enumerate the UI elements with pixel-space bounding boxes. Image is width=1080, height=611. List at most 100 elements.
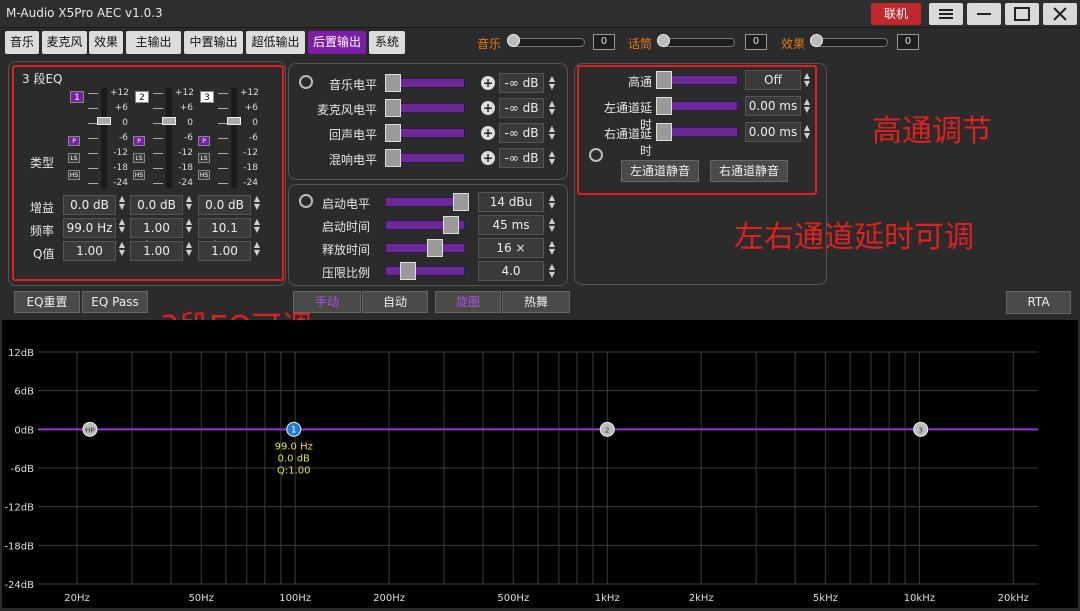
hpf-row-slider-knob[interactable] xyxy=(656,97,672,115)
mix-row-value[interactable]: -∞ dB xyxy=(499,73,544,93)
eq-band-2-type-hs[interactable]: HS xyxy=(133,170,145,180)
limiter-row-stepper[interactable]: ▲ ▼ xyxy=(547,217,557,233)
tab-sub-output[interactable]: 超低输出 xyxy=(246,31,305,54)
eq-band2-q-stepper[interactable]: ▲ ▼ xyxy=(184,241,194,257)
eq-band3-q[interactable]: 1.00 xyxy=(198,241,251,261)
eq-band-1-fader[interactable] xyxy=(101,88,107,188)
mute-right-button[interactable]: 右通道静音 xyxy=(710,160,788,182)
eq-band-2-type-p[interactable]: P xyxy=(133,136,145,146)
eq-response-graph[interactable]: 12dB 6dB 0dB -6dB -12dB -18dB -24dB 20Hz 50Hz 100… xyxy=(2,320,1078,608)
eq-band-3-type-hs[interactable]: HS xyxy=(198,170,210,180)
eq-reset-button[interactable]: EQ重置 xyxy=(14,291,80,313)
eq-band-2-fader-knob[interactable] xyxy=(162,117,176,125)
limiter-row-value[interactable]: 14 dBu xyxy=(478,192,544,212)
mode-spin-button[interactable]: 旋圈 xyxy=(435,291,501,313)
eq-band3-freq[interactable]: 10.1 kHz xyxy=(198,218,251,253)
eq-band2-freq[interactable]: 1.00 kHz xyxy=(130,218,183,253)
eq-band1-q[interactable]: 1.00 xyxy=(63,241,116,261)
eq-band2-freq-stepper[interactable]: ▲ ▼ xyxy=(184,218,194,234)
limiter-row-slider-knob[interactable] xyxy=(443,216,459,234)
auto-button[interactable]: 自动 xyxy=(362,291,428,313)
menu-button[interactable] xyxy=(929,3,963,25)
mix-row-plus-icon[interactable]: + xyxy=(481,101,495,115)
mix-row-value[interactable]: -∞ dB xyxy=(499,123,544,143)
hpf-power-icon[interactable] xyxy=(589,148,603,162)
tab-rear-output[interactable]: 后置输出 xyxy=(308,31,366,54)
limiter-row-value[interactable]: 45 ms xyxy=(478,215,544,235)
hpf-row-stepper[interactable]: ▲ ▼ xyxy=(802,98,812,114)
limiter-row-value[interactable]: 4.0 xyxy=(478,261,544,281)
limiter-row-slider-knob[interactable] xyxy=(453,193,469,211)
limiter-row-stepper[interactable]: ▲ ▼ xyxy=(547,240,557,256)
tab-main-output[interactable]: 主输出 xyxy=(126,31,181,54)
tab-center-output[interactable]: 中置输出 xyxy=(184,31,243,54)
eq-band-1-badge[interactable]: 1 xyxy=(70,91,84,103)
mix-row-plus-icon[interactable]: + xyxy=(481,151,495,165)
mix-row-stepper[interactable]: ▲ ▼ xyxy=(547,150,557,166)
mix-power-icon[interactable] xyxy=(299,75,313,89)
eq-band-3-type-p[interactable]: P xyxy=(198,136,210,146)
eq-band3-gain-stepper[interactable]: ▲ ▼ xyxy=(252,195,262,211)
eq-band-3-fader-knob[interactable] xyxy=(227,117,241,125)
eq-band-1-type-ls[interactable]: LS xyxy=(68,153,80,163)
mix-row-plus-icon[interactable]: + xyxy=(481,76,495,90)
eq-band1-gain[interactable]: 0.0 dB xyxy=(63,195,116,215)
eq-band2-gain-stepper[interactable]: ▲ ▼ xyxy=(184,195,194,211)
eq-band-3-badge[interactable]: 3 xyxy=(200,91,214,103)
mix-row-value[interactable]: -∞ dB xyxy=(499,148,544,168)
eq-band-1-type-p[interactable]: P xyxy=(68,136,80,146)
tab-system[interactable]: 系统 xyxy=(369,31,405,54)
tab-mic[interactable]: 麦克风 xyxy=(42,31,87,54)
eq-band3-freq-stepper[interactable]: ▲ ▼ xyxy=(252,218,262,234)
eq-band-2-type-ls[interactable]: LS xyxy=(133,153,145,163)
hpf-row-value[interactable]: 0.00 ms xyxy=(745,96,801,116)
limiter-row-stepper[interactable]: ▲ ▼ xyxy=(547,194,557,210)
eq-band2-q[interactable]: 1.00 xyxy=(130,241,183,261)
eq-band-1-fader-knob[interactable] xyxy=(97,117,111,125)
limiter-power-icon[interactable] xyxy=(299,194,313,208)
limiter-row-value[interactable]: 16 × xyxy=(478,238,544,258)
maximize-button[interactable] xyxy=(1005,3,1039,25)
mix-row-stepper[interactable]: ▲ ▼ xyxy=(547,75,557,91)
mix-row-slider-knob[interactable] xyxy=(385,124,401,142)
eq-band-3-type-ls[interactable]: LS xyxy=(198,153,210,163)
tab-effect[interactable]: 效果 xyxy=(89,31,123,54)
limiter-row-slider-knob[interactable] xyxy=(400,262,416,280)
eq-band1-freq[interactable]: 99.0 Hz xyxy=(63,218,116,238)
top-music-slider[interactable] xyxy=(510,38,585,47)
mix-row-stepper[interactable]: ▲ ▼ xyxy=(547,125,557,141)
top-effect-slider[interactable] xyxy=(813,38,888,47)
eq-band3-gain[interactable]: 0.0 dB xyxy=(198,195,251,215)
mix-row-slider-knob[interactable] xyxy=(385,99,401,117)
mix-row-value[interactable]: -∞ dB xyxy=(499,98,544,118)
eq-band-2-fader[interactable] xyxy=(166,88,172,188)
eq-band1-gain-stepper[interactable]: ▲ ▼ xyxy=(117,195,127,211)
mix-row-slider-knob[interactable] xyxy=(385,149,401,167)
tab-music[interactable]: 音乐 xyxy=(5,31,39,54)
mute-left-button[interactable]: 左通道静音 xyxy=(621,160,699,182)
hpf-row-stepper[interactable]: ▲ ▼ xyxy=(802,72,812,88)
hpf-row-stepper[interactable]: ▲ ▼ xyxy=(802,124,812,140)
top-mic-knob[interactable] xyxy=(657,34,670,47)
hpf-row-slider-knob[interactable] xyxy=(656,71,672,89)
limiter-row-slider[interactable] xyxy=(385,266,465,276)
top-effect-knob[interactable] xyxy=(810,34,823,47)
top-effect-value[interactable]: 0 xyxy=(897,34,919,50)
mix-row-stepper[interactable]: ▲ ▼ xyxy=(547,100,557,116)
eq-band2-gain[interactable]: 0.0 dB xyxy=(130,195,183,215)
hpf-row-slider-knob[interactable] xyxy=(656,123,672,141)
minimize-button[interactable] xyxy=(967,3,1001,25)
rta-button[interactable]: RTA xyxy=(1006,291,1071,314)
top-mic-value[interactable]: 0 xyxy=(745,34,767,50)
eq-band3-q-stepper[interactable]: ▲ ▼ xyxy=(252,241,262,257)
limiter-row-stepper[interactable]: ▲ ▼ xyxy=(547,263,557,279)
top-mic-slider[interactable] xyxy=(660,38,735,47)
connect-button[interactable]: 联机 xyxy=(871,3,921,25)
top-music-value[interactable]: 0 xyxy=(593,34,615,50)
limiter-row-slider-knob[interactable] xyxy=(427,239,443,257)
limiter-row-slider[interactable] xyxy=(385,243,465,253)
mix-row-plus-icon[interactable]: + xyxy=(481,126,495,140)
eq-band-2-badge[interactable]: 2 xyxy=(135,91,149,103)
mix-row-slider-knob[interactable] xyxy=(385,74,401,92)
hpf-row-value[interactable]: 0.00 ms xyxy=(745,122,801,142)
